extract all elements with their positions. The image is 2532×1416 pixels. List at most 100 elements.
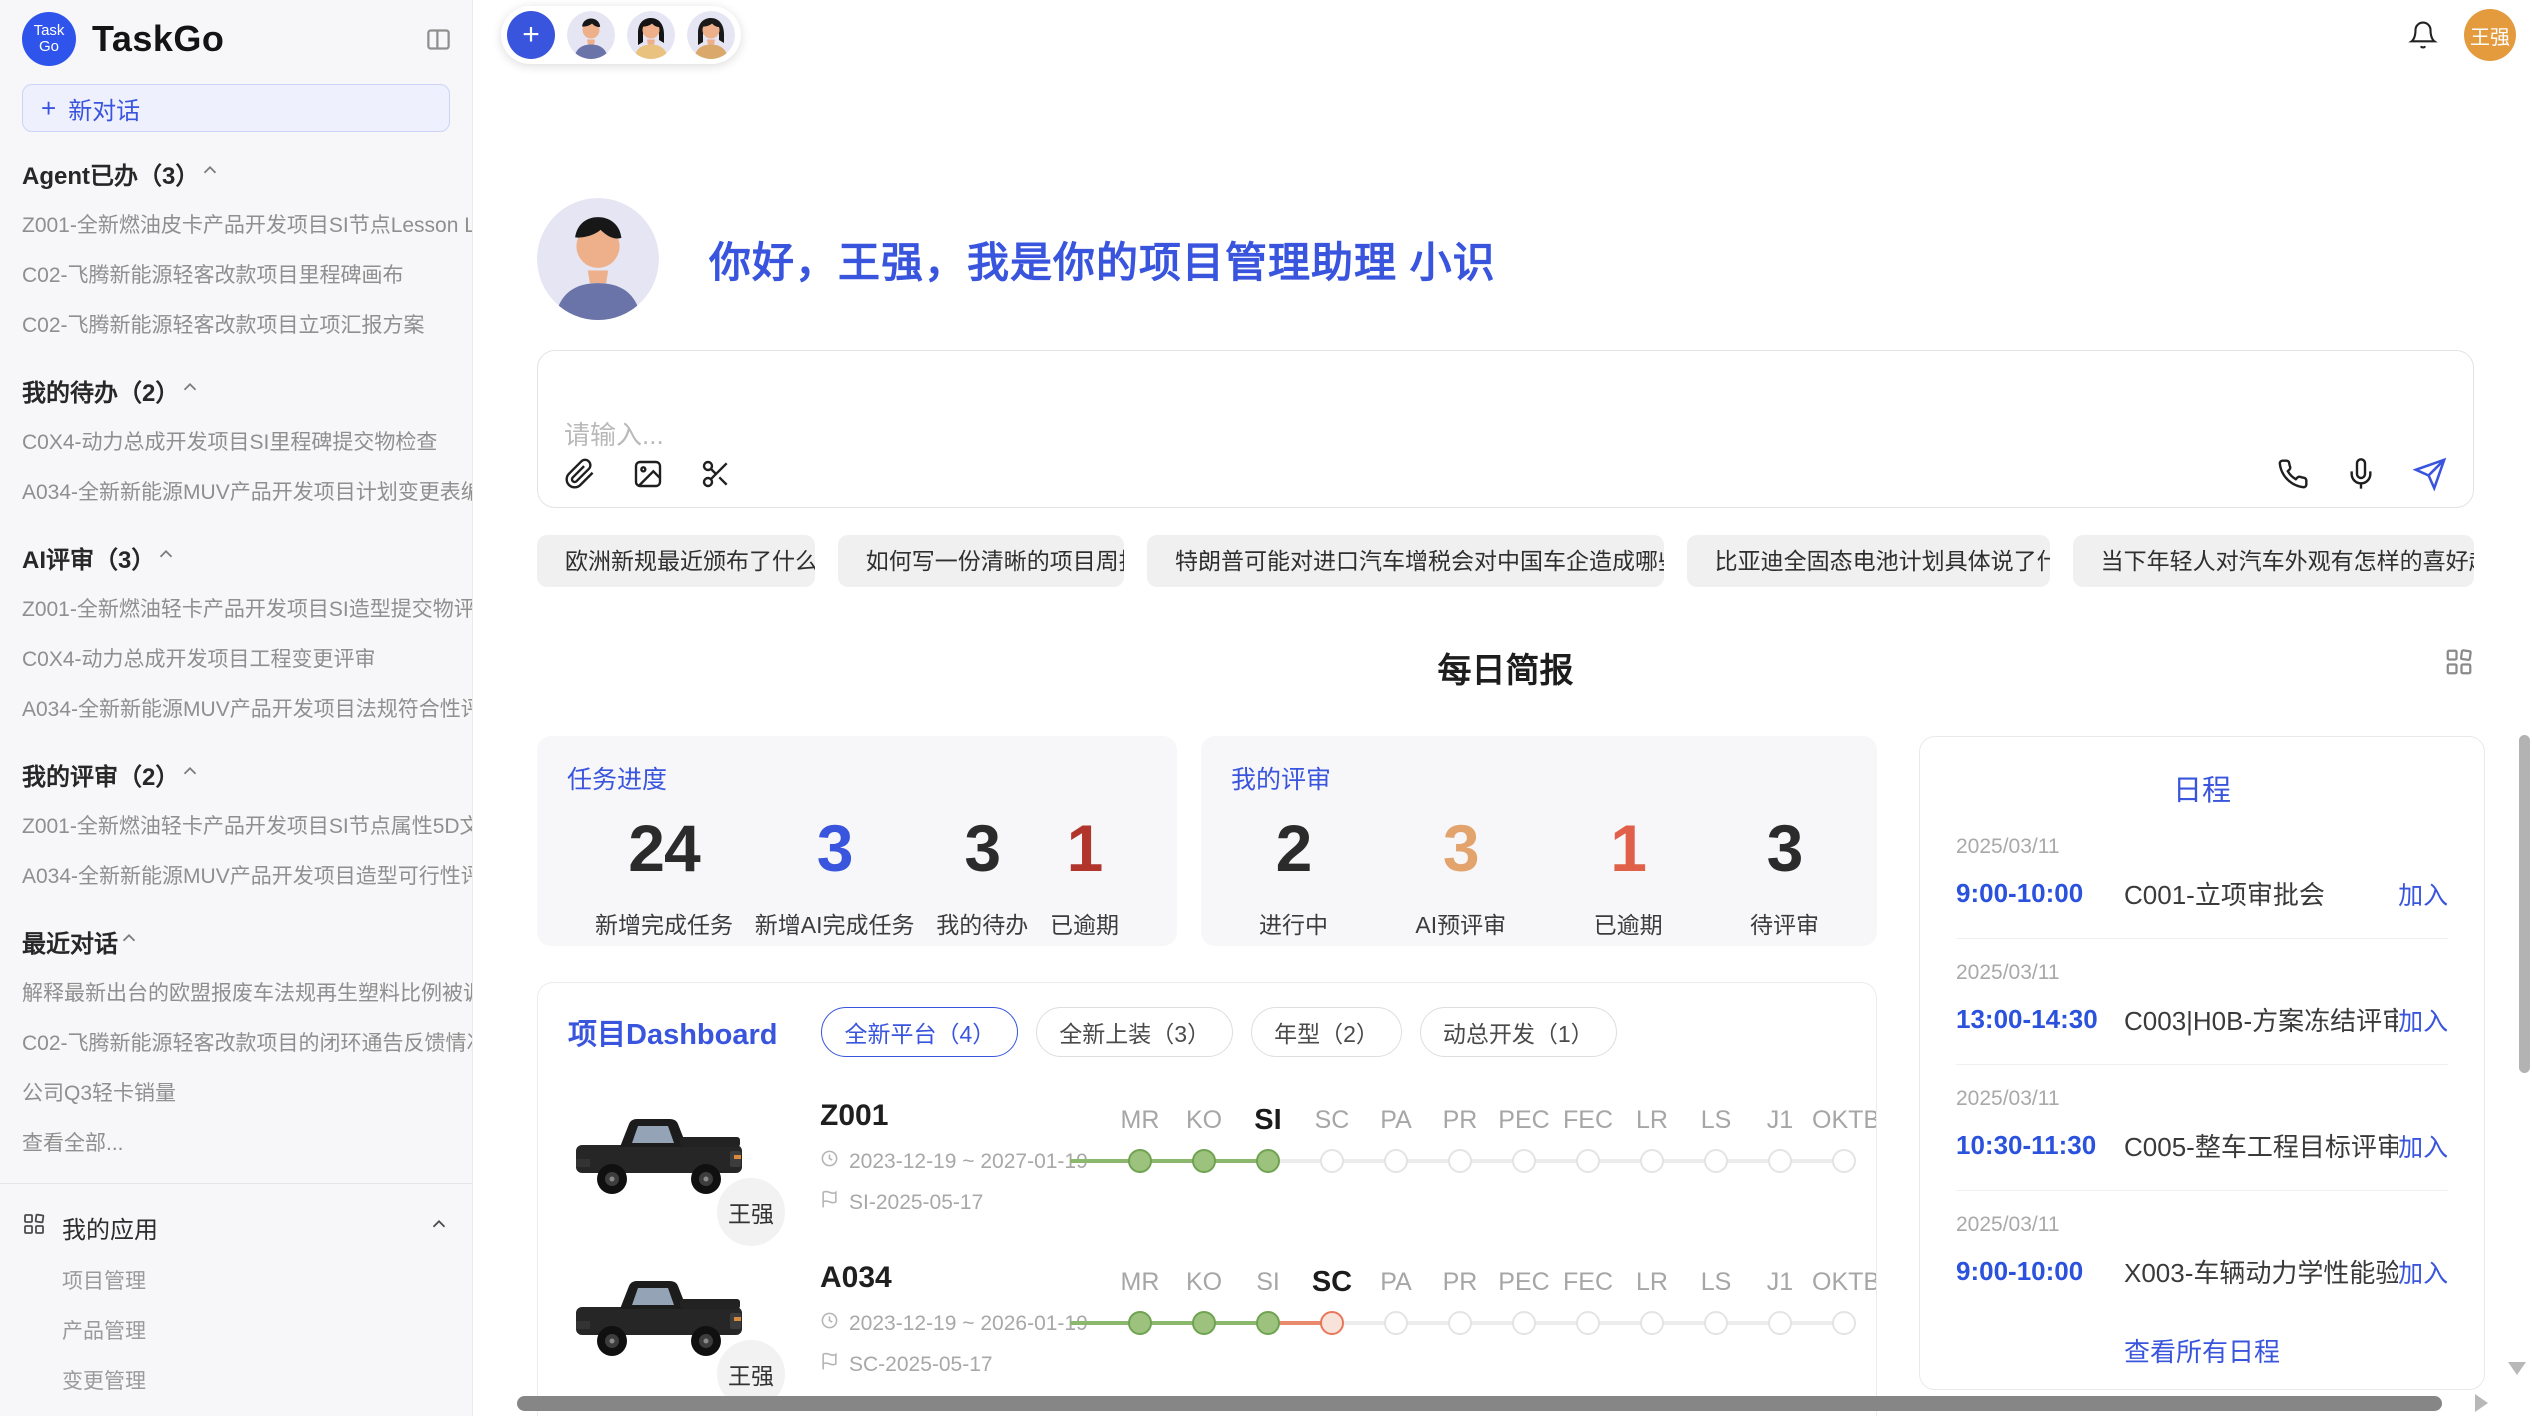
vertical-scrollbar-thumb[interactable] (2519, 735, 2530, 1073)
sidebar-item-my-apps[interactable]: 我的应用 (0, 1200, 472, 1255)
agent-avatar-1[interactable] (567, 11, 615, 59)
sidebar-item[interactable]: A034-全新新能源MUV产品开发项目造型可行性评审 (0, 850, 472, 900)
greeting-text: 你好，王强，我是你的项目管理助理 小识 (709, 229, 1496, 290)
sidebar-item[interactable]: C0X4-动力总成开发项目工程变更评审 (0, 633, 472, 683)
scroll-down-arrow[interactable] (2508, 1362, 2526, 1375)
project-row[interactable]: 王强 Z001 2023-12-19 ~ 2027-01-19 SI-2025-… (568, 1099, 1846, 1219)
sidebar-section-header[interactable]: 我的评审（2） (0, 749, 472, 800)
join-meeting-link[interactable]: 加入 (2398, 876, 2448, 912)
new-chat-button[interactable]: + 新对话 (22, 84, 450, 132)
app-sub-item[interactable]: 变更管理 (0, 1355, 472, 1405)
dashboard-tab[interactable]: 动总开发（1） (1420, 1007, 1617, 1057)
milestone-dot (1576, 1311, 1600, 1335)
send-icon[interactable] (2413, 457, 2447, 491)
stat-value: 1 (1050, 810, 1119, 886)
suggestion-chip[interactable]: 特朗普可能对进口汽车增税会对中国车企造成哪些影响 (1147, 535, 1664, 587)
agent-avatar-3[interactable] (687, 11, 735, 59)
sidebar-section: 我的评审（2） Z001-全新燃油轻卡产品开发项目SI节点属性5D文件评审A03… (0, 749, 472, 900)
chevron-up-icon (428, 1213, 450, 1242)
milestone-dot (1320, 1149, 1344, 1173)
milestone: LR (1620, 1101, 1684, 1183)
app-sub-item[interactable]: 查看全部... (0, 1405, 472, 1416)
flag-icon (820, 1190, 839, 1215)
sidebar-item[interactable]: C0X4-动力总成开发项目SI里程碑提交物检查 (0, 416, 472, 466)
milestone-row: MR KO SI SC PA PR (1108, 1261, 1876, 1345)
stat: 3 待评审 (1750, 810, 1819, 940)
add-agent-button[interactable]: + (507, 11, 555, 59)
notification-bell-icon[interactable] (2408, 20, 2438, 50)
milestone-track (1556, 1301, 1620, 1345)
user-avatar[interactable]: 王强 (2464, 9, 2516, 61)
milestone-label: FEC (1556, 1101, 1620, 1139)
view-all-chats-link[interactable]: 查看全部... (0, 1117, 472, 1167)
milestone-label: LS (1684, 1101, 1748, 1139)
dashboard-tab[interactable]: 全新上装（3） (1036, 1007, 1233, 1057)
milestone-track (1748, 1301, 1812, 1345)
stat-label: 新增完成任务 (595, 906, 733, 940)
view-all-schedule-link[interactable]: 查看所有日程 (1956, 1332, 2448, 1369)
milestone-track (1620, 1301, 1684, 1345)
recent-section-header[interactable]: 最近对话 (0, 916, 472, 967)
milestone: LS (1684, 1101, 1748, 1183)
sidebar-section-header[interactable]: Agent已办（3） (0, 148, 472, 199)
app-sub-item[interactable]: 项目管理 (0, 1255, 472, 1305)
stat-label: 新增AI完成任务 (755, 906, 915, 940)
milestone: J1 (1748, 1101, 1812, 1183)
sidebar-item[interactable]: A034-全新新能源MUV产品开发项目计划变更表编写 (0, 466, 472, 516)
agent-quick-pill: + (501, 6, 741, 64)
schedule-list: 2025/03/11 9:00-10:00 C001-立项审批会 加入 2025… (1956, 813, 2448, 1316)
sidebar-section: AI评审（3） Z001-全新燃油轻卡产品开发项目SI造型提交物评审C0X4-动… (0, 532, 472, 733)
sidebar-item[interactable]: Z001-全新燃油轻卡产品开发项目SI节点属性5D文件评审 (0, 800, 472, 850)
sidebar-section-header[interactable]: AI评审（3） (0, 532, 472, 583)
milestone-dot (1192, 1311, 1216, 1335)
join-meeting-link[interactable]: 加入 (2398, 1002, 2448, 1038)
milestone: PEC (1492, 1263, 1556, 1345)
suggestion-chip[interactable]: 欧洲新规最近颁布了什么? (537, 535, 815, 587)
join-meeting-link[interactable]: 加入 (2398, 1128, 2448, 1164)
milestone: SC (1300, 1101, 1364, 1183)
attachment-icon[interactable] (564, 458, 596, 490)
schedule-item: 2025/03/11 13:00-14:30 C003|H0B-方案冻结评审 加… (1956, 939, 2448, 1065)
sidebar-item[interactable]: C02-飞腾新能源轻客改款项目里程碑画布 (0, 249, 472, 299)
image-upload-icon[interactable] (632, 458, 664, 490)
sidebar-item[interactable]: Z001-全新燃油皮卡产品开发项目SI节点Lesson Learn报告 (0, 199, 472, 249)
milestone-track (1812, 1301, 1876, 1345)
join-meeting-link[interactable]: 加入 (2398, 1254, 2448, 1290)
microphone-icon[interactable] (2345, 458, 2377, 490)
voice-call-icon[interactable] (2277, 458, 2309, 490)
horizontal-scrollbar-thumb[interactable] (517, 1396, 2442, 1411)
schedule-card: 日程 2025/03/11 9:00-10:00 C001-立项审批会 加入 2… (1919, 736, 2485, 1390)
milestone-label: LS (1684, 1263, 1748, 1301)
sidebar-item[interactable]: C02-飞腾新能源轻客改款项目立项汇报方案 (0, 299, 472, 349)
logo-text-top: Task (34, 23, 65, 39)
agent-avatar-2[interactable] (627, 11, 675, 59)
sidebar-item[interactable]: A034-全新新能源MUV产品开发项目法规符合性评审 (0, 683, 472, 733)
suggestion-chip[interactable]: 比亚迪全固态电池计划具体说了什么 (1687, 535, 2050, 587)
milestone: J1 (1748, 1263, 1812, 1345)
recent-chat-item[interactable]: C02-飞腾新能源轻客改款项目的闭环通告反馈情况 (0, 1017, 472, 1067)
stat: 1 已逾期 (1594, 810, 1663, 940)
message-input[interactable]: 请输入... (537, 350, 2474, 508)
project-row[interactable]: 王强 A034 2023-12-19 ~ 2026-01-19 SC-2025-… (568, 1261, 1846, 1381)
stat-label: 已逾期 (1050, 906, 1119, 940)
recent-chat-item[interactable]: 解释最新出台的欧盟报废车法规再生塑料比例被调至15%... (0, 967, 472, 1017)
hero: 你好，王强，我是你的项目管理助理 小识 (537, 198, 2474, 320)
app-sub-item[interactable]: 产品管理 (0, 1305, 472, 1355)
stat: 1 已逾期 (1050, 810, 1119, 940)
screenshot-scissors-icon[interactable] (700, 458, 732, 490)
sidebar-collapse-icon[interactable] (425, 26, 452, 53)
project-image: 王强 (568, 1099, 754, 1219)
dashboard-tab[interactable]: 年型（2） (1251, 1007, 1402, 1057)
section-label: 我的待办（2） (22, 373, 179, 408)
suggestion-chip[interactable]: 当下年轻人对汽车外观有怎样的喜好趋势 (2073, 535, 2474, 587)
milestone-dot (1704, 1311, 1728, 1335)
sidebar-item[interactable]: Z001-全新燃油轻卡产品开发项目SI造型提交物评审 (0, 583, 472, 633)
stat: 2 进行中 (1259, 810, 1328, 940)
dashboard-tab[interactable]: 全新平台（4） (821, 1007, 1018, 1057)
sidebar-section-header[interactable]: 我的待办（2） (0, 365, 472, 416)
scroll-right-arrow[interactable] (2475, 1394, 2488, 1412)
suggestion-chip[interactable]: 如何写一份清晰的项目周报 (838, 535, 1124, 587)
recent-chat-item[interactable]: 公司Q3轻卡销量 (0, 1067, 472, 1117)
brief-layout-icon[interactable] (2444, 647, 2474, 682)
my-apps-label: 我的应用 (62, 1210, 158, 1245)
